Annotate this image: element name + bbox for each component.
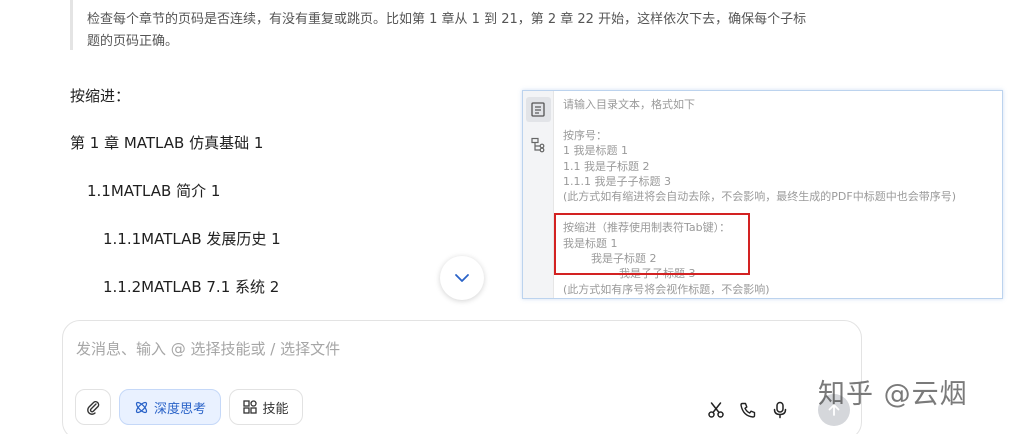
panel-line: 1.1 我是子标题 2 — [563, 159, 650, 173]
text-edit-button[interactable] — [526, 97, 551, 122]
quote-line-1: 检查每个章节的页码是否连续，有没有重复或跳页。比如第 1 章从 1 到 21，第… — [87, 12, 807, 27]
scroll-down-button[interactable] — [440, 256, 484, 300]
grid-icon — [243, 400, 258, 414]
highlight-box — [554, 213, 750, 275]
microphone-icon — [773, 401, 787, 419]
toc-item-1-1: 1.1MATLAB 简介 1 — [87, 182, 221, 200]
quote-line-2: 题的页码正确。 — [87, 34, 179, 49]
message-input-placeholder[interactable]: 发消息、输入 @ 选择技能或 / 选择文件 — [76, 338, 340, 359]
tree-structure-icon — [531, 137, 545, 153]
watermark: 知乎 @云烟 — [818, 379, 968, 410]
panel-line: 请输入目录文本，格式如下 — [563, 98, 695, 111]
paperclip-icon — [87, 401, 100, 415]
toc-item-chapter-1: 第 1 章 MATLAB 仿真基础 1 — [70, 134, 264, 152]
panel-sidebar — [523, 91, 554, 298]
panel-line: (此方式如有序号将会视作标题，不会影响) — [563, 282, 770, 296]
message-composer[interactable]: 发消息、输入 @ 选择技能或 / 选择文件 深度思考 技能 — [62, 320, 862, 434]
panel-line: 1 我是标题 1 — [563, 144, 628, 158]
scissors-button[interactable] — [705, 399, 727, 421]
toc-item-1-1-2: 1.1.2MATLAB 7.1 系统 2 — [103, 278, 280, 296]
phone-icon — [740, 402, 756, 418]
atom-icon — [135, 401, 148, 413]
attach-button[interactable] — [75, 389, 111, 425]
panel-line — [563, 112, 996, 127]
panel-line: (此方式如有缩进将会自动去除，不会影响，最终生成的PDF中标题中也会带序号) — [563, 190, 957, 204]
panel-line: 按序号： — [563, 128, 607, 142]
section-heading: 按缩进： — [70, 87, 131, 105]
quote-block: 检查每个章节的页码是否连续，有没有重复或跳页。比如第 1 章从 1 到 21，第… — [70, 0, 870, 50]
skill-button[interactable]: 技能 — [229, 389, 303, 425]
toc-item-1-1-1: 1.1.1MATLAB 发展历史 1 — [103, 230, 281, 248]
skill-label: 技能 — [262, 401, 289, 417]
edit-document-icon — [531, 102, 545, 117]
deep-think-label: 深度思考 — [153, 401, 206, 417]
panel-line: 1.1.1 我是子子标题 3 — [563, 174, 671, 188]
deep-think-button[interactable]: 深度思考 — [119, 389, 221, 425]
voice-input-button[interactable] — [769, 399, 791, 421]
scissors-icon — [708, 402, 724, 418]
tree-view-button[interactable] — [526, 133, 551, 158]
chevron-down-icon — [455, 274, 469, 282]
call-button[interactable] — [737, 399, 759, 421]
